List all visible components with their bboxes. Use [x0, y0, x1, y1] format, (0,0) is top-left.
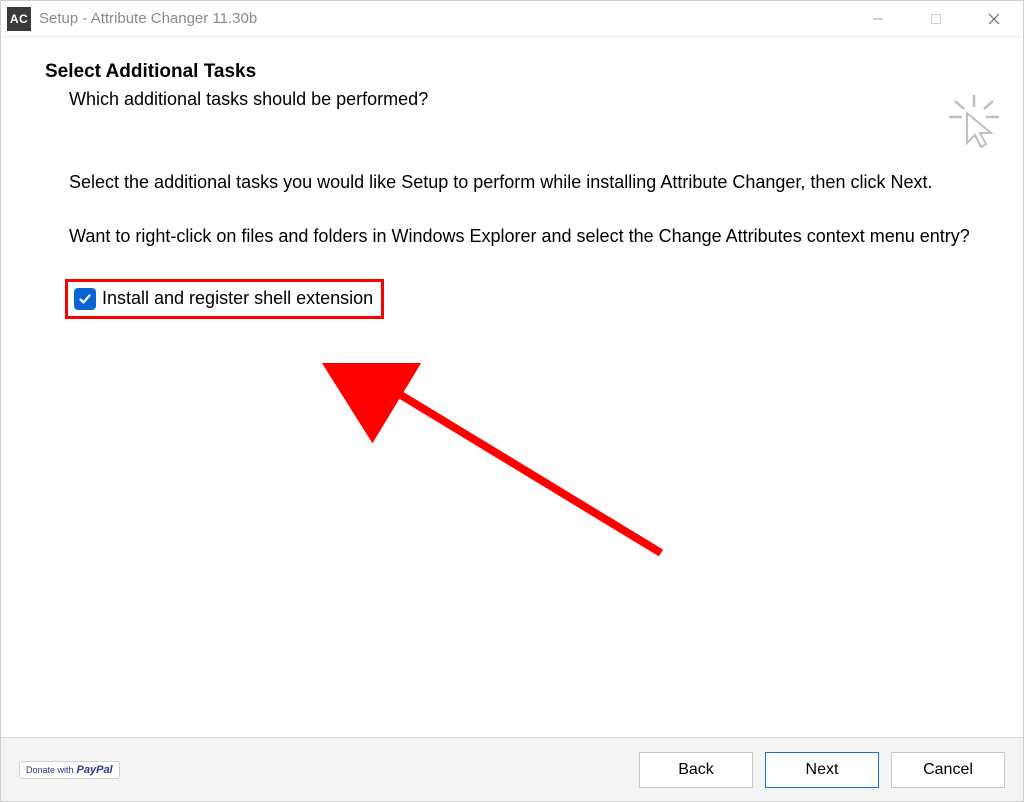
- instruction-text-2: Want to right-click on files and folders…: [69, 224, 983, 248]
- close-button[interactable]: [965, 1, 1023, 36]
- donate-paypal-button[interactable]: Donate with PayPal: [19, 761, 120, 779]
- next-button[interactable]: Next: [765, 752, 879, 788]
- wizard-cursor-icon: [949, 95, 999, 155]
- titlebar: AC Setup - Attribute Changer 11.30b: [1, 1, 1023, 37]
- instruction-text-1: Select the additional tasks you would li…: [69, 170, 983, 194]
- page-heading: Select Additional Tasks: [45, 61, 987, 83]
- annotation-arrow: [301, 363, 681, 563]
- maximize-button: [907, 1, 965, 36]
- installer-window: AC Setup - Attribute Changer 11.30b: [0, 0, 1024, 802]
- checkmark-icon: [78, 292, 92, 306]
- shell-extension-checkbox-label: Install and register shell extension: [102, 288, 373, 309]
- minimize-button[interactable]: [849, 1, 907, 36]
- back-button[interactable]: Back: [639, 752, 753, 788]
- footer-bar: Donate with PayPal Back Next Cancel: [1, 737, 1023, 801]
- cancel-button[interactable]: Cancel: [891, 752, 1005, 788]
- annotation-highlight-box: Install and register shell extension: [65, 279, 384, 319]
- window-title: Setup - Attribute Changer 11.30b: [39, 10, 849, 27]
- paypal-brand: PayPal: [77, 764, 113, 776]
- page-subheading: Which additional tasks should be perform…: [69, 89, 987, 110]
- content-area: Select Additional Tasks Which additional…: [1, 37, 1023, 737]
- shell-extension-checkbox[interactable]: [74, 288, 96, 310]
- window-controls: [849, 1, 1023, 36]
- app-icon: AC: [7, 7, 31, 31]
- paypal-prefix: Donate with: [26, 765, 74, 775]
